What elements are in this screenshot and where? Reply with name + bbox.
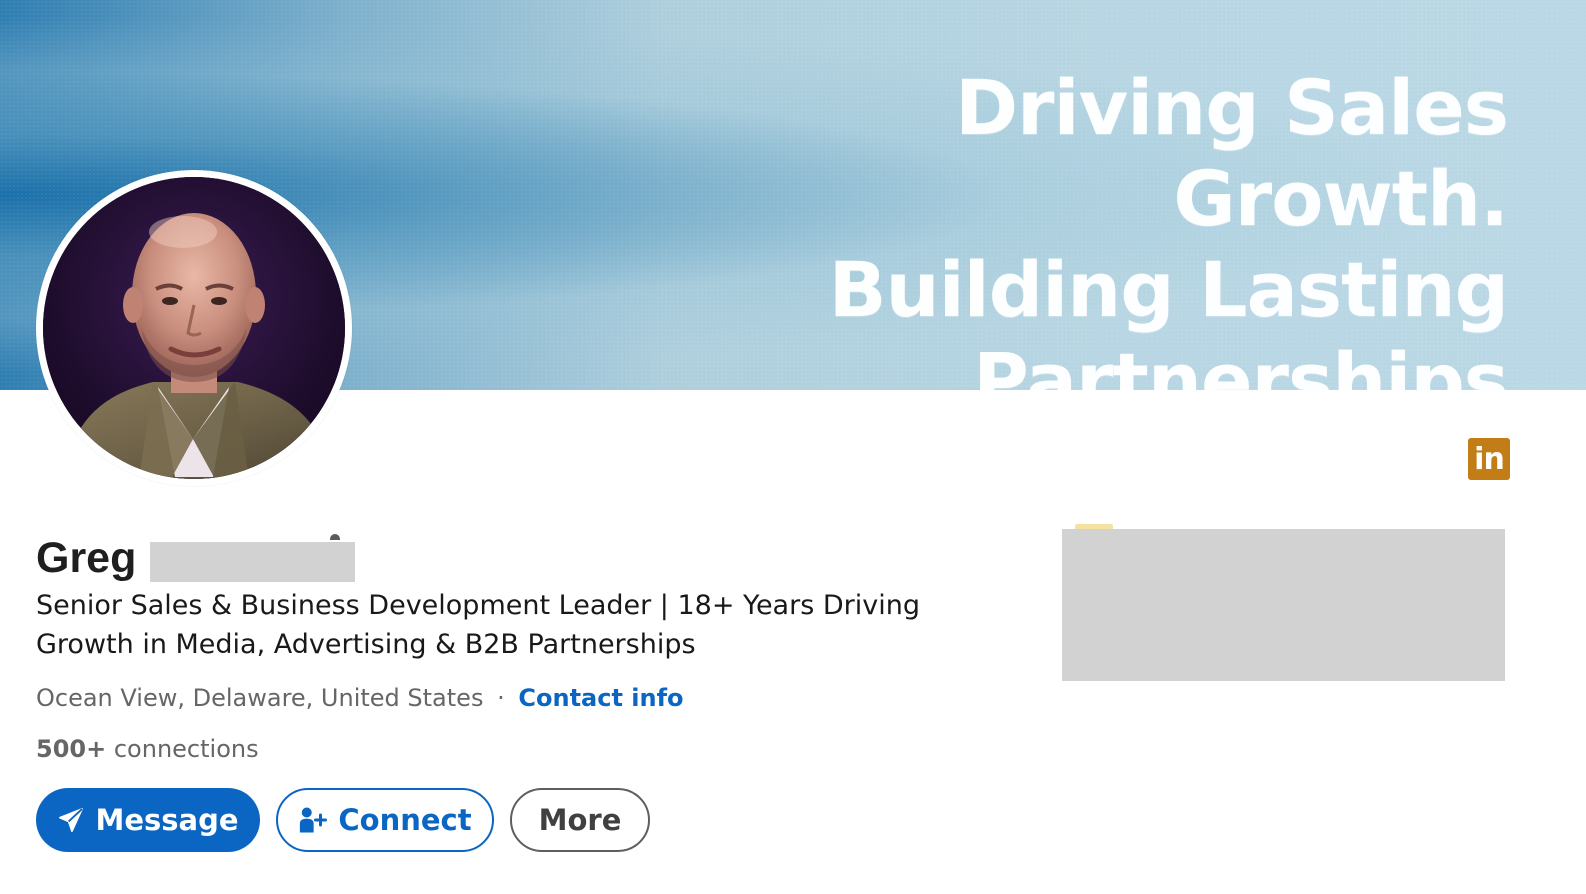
connections-count[interactable]: 500+ connections: [36, 731, 259, 767]
profile-photo-image: [43, 177, 345, 479]
first-name: Greg: [36, 534, 137, 582]
connect-button-label: Connect: [338, 803, 472, 837]
connect-button[interactable]: Connect: [276, 788, 494, 852]
headline-line-2: Growth in Media, Advertising & B2B Partn…: [36, 629, 696, 660]
profile-headline: Senior Sales & Business Development Lead…: [36, 586, 966, 664]
location-text: Ocean View, Delaware, United States: [36, 684, 484, 712]
banner-line-2: Building Lasting: [828, 245, 1509, 334]
banner-slogan: Driving Sales Growth. Building Lasting P…: [608, 62, 1509, 426]
person-add-icon: [298, 805, 328, 835]
verified-badge-icon: [330, 534, 340, 540]
location-row: Ocean View, Delaware, United States · Co…: [36, 680, 684, 716]
contact-info-link[interactable]: Contact info: [518, 684, 683, 712]
profile-photo[interactable]: [43, 177, 345, 479]
profile-name: Greg: [36, 532, 356, 584]
message-button[interactable]: Message: [36, 788, 260, 852]
profile-photo-frame[interactable]: [36, 170, 352, 486]
more-button[interactable]: More: [510, 788, 650, 852]
connections-label: connections: [113, 735, 259, 763]
more-button-label: More: [538, 803, 622, 837]
separator-dot: ·: [497, 684, 505, 712]
connections-number: 500+: [36, 735, 107, 763]
profile-actions: Message Connect More: [36, 788, 650, 852]
redacted-last-name: [150, 542, 356, 582]
linkedin-icon: in: [1468, 438, 1510, 480]
headline-line-1: Senior Sales & Business Development Lead…: [36, 590, 920, 621]
banner-line-3: Partnerships: [973, 336, 1509, 425]
message-button-label: Message: [95, 803, 239, 837]
redacted-company-info: [1062, 529, 1505, 681]
banner-line-1: Driving Sales Growth.: [954, 63, 1509, 243]
paper-plane-icon: [57, 806, 85, 834]
profile-page: Driving Sales Growth. Building Lasting P…: [0, 0, 1586, 894]
